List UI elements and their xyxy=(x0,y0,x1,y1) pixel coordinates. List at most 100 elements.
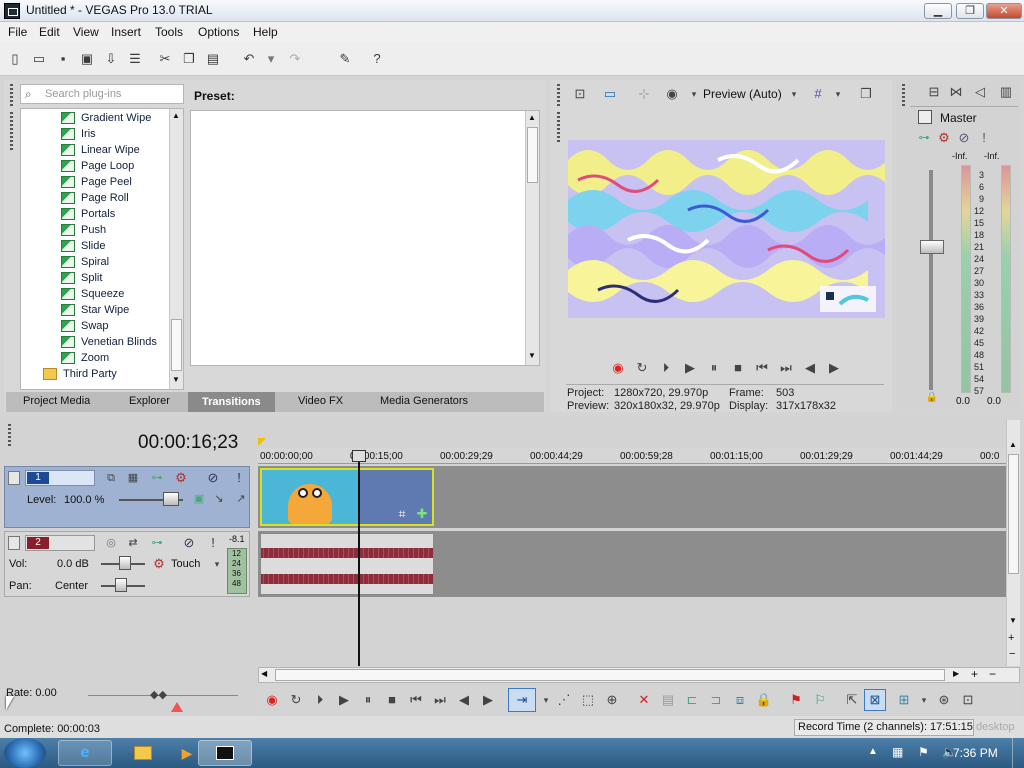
tab-explorer[interactable]: Explorer xyxy=(129,395,170,407)
preview-quality-select[interactable]: Preview (Auto) xyxy=(703,87,782,101)
go-to-start-icon[interactable]: ⏮ xyxy=(752,358,772,378)
menu-view[interactable]: View xyxy=(73,25,99,39)
audio-track-header[interactable]: 2 ◎ ⇄ ⊶ ⊘ ! -8.1 12 24 36 48 Vol: 0.0 dB… xyxy=(4,531,250,597)
playhead-handle[interactable] xyxy=(352,450,366,462)
taskbar-ie-button[interactable]: e xyxy=(58,740,112,766)
zoom-in-icon[interactable]: + xyxy=(1008,632,1014,644)
panel-grip[interactable] xyxy=(557,112,560,142)
scroll-thumb[interactable] xyxy=(171,319,182,371)
redo-icon[interactable]: ↷ xyxy=(286,50,304,68)
automation-dropdown-icon[interactable]: ▾ xyxy=(207,554,227,574)
pause-icon[interactable]: ⏸ xyxy=(704,358,724,378)
lock-event-icon[interactable]: 🔒 xyxy=(754,690,774,710)
tree-item-zoom[interactable]: Zoom xyxy=(61,350,109,366)
panel-grip[interactable] xyxy=(902,84,905,106)
stop-icon[interactable]: ■ xyxy=(728,358,748,378)
zoom-out-icon[interactable]: − xyxy=(1009,648,1015,660)
trim-icon[interactable]: ▤ xyxy=(658,690,678,710)
scroll-left-icon[interactable]: ◀ xyxy=(261,669,267,678)
split-screen-icon[interactable]: ⊹ xyxy=(634,84,654,104)
scroll-thumb[interactable] xyxy=(527,127,538,183)
tab-media-generators[interactable]: Media Generators xyxy=(380,395,468,407)
marker-flag-icon[interactable] xyxy=(258,438,266,446)
solo-icon[interactable]: ! xyxy=(974,128,994,148)
solo-icon[interactable]: ! xyxy=(229,468,249,488)
overlay-icon[interactable]: ◉ xyxy=(662,84,682,104)
tree-item-spiral[interactable]: Spiral xyxy=(61,254,109,270)
downmix-icon[interactable]: ⋈ xyxy=(946,82,966,102)
volume-slider[interactable] xyxy=(119,556,131,570)
rate-slider[interactable]: ◆◆ xyxy=(150,688,174,701)
paste-icon[interactable]: ▤ xyxy=(204,50,222,68)
maximize-button[interactable]: ❐ xyxy=(956,3,984,19)
taskbar-vegas-button[interactable] xyxy=(198,740,252,766)
trim-end-icon[interactable]: ⊐ xyxy=(706,690,726,710)
snapping-icon[interactable]: ⇱ xyxy=(842,690,862,710)
mute-icon[interactable]: ⊘ xyxy=(954,128,974,148)
tree-item-portals[interactable]: Portals xyxy=(61,206,115,222)
copy-snapshot-icon[interactable]: ❐ xyxy=(856,84,876,104)
minimize-button[interactable]: ▁ xyxy=(924,3,952,19)
lock-icon[interactable]: 🔒 xyxy=(922,388,942,408)
network-icon[interactable]: ▦ xyxy=(892,745,903,759)
close-button[interactable]: ✕ xyxy=(986,3,1022,19)
trim-start-icon[interactable]: ⊏ xyxy=(682,690,702,710)
tree-item-iris[interactable]: Iris xyxy=(61,126,96,142)
scroll-up-icon[interactable]: ▲ xyxy=(1009,440,1017,449)
go-to-end-icon[interactable]: ⏭ xyxy=(430,690,450,710)
make-parent-icon[interactable]: ↘ xyxy=(209,489,229,509)
scroll-down-icon[interactable]: ▼ xyxy=(528,351,536,360)
scroll-up-icon[interactable]: ▲ xyxy=(528,113,536,122)
fx-chain-icon[interactable]: ⊶ xyxy=(147,533,167,553)
timeline-hscroll[interactable]: ◀ ▶ + − xyxy=(258,667,1020,683)
ripple-mode-icon[interactable]: ⊞ xyxy=(894,690,914,710)
stop-icon[interactable]: ■ xyxy=(382,690,402,710)
tree-item-slide[interactable]: Slide xyxy=(61,238,105,254)
mixer-properties-icon[interactable]: ⊟ xyxy=(924,82,944,102)
panel-grip[interactable] xyxy=(10,84,13,106)
arm-record-icon[interactable]: ◎ xyxy=(101,533,121,553)
tree-item-squeeze[interactable]: Squeeze xyxy=(61,286,124,302)
event-pan-crop-icon[interactable]: ⌗ xyxy=(392,504,412,524)
record-icon[interactable]: ◉ xyxy=(608,358,628,378)
clean-icon[interactable]: ✎ xyxy=(336,50,354,68)
scroll-thumb[interactable] xyxy=(275,669,945,681)
tree-item-page-loop[interactable]: Page Loop xyxy=(61,158,134,174)
tree-item-page-roll[interactable]: Page Roll xyxy=(61,190,129,206)
next-frame-icon[interactable]: ▶ xyxy=(824,358,844,378)
scroll-thumb[interactable] xyxy=(1008,454,1019,574)
scroll-down-icon[interactable]: ▼ xyxy=(1009,616,1017,625)
grid-dropdown-icon[interactable]: ▾ xyxy=(828,84,848,104)
menu-tools[interactable]: Tools xyxy=(155,25,183,39)
invert-phase-icon[interactable]: ⇄ xyxy=(123,533,143,553)
master-fader[interactable] xyxy=(920,240,944,254)
menu-edit[interactable]: Edit xyxy=(39,25,60,39)
grid-icon[interactable]: # xyxy=(808,84,828,104)
next-frame-icon[interactable]: ▶ xyxy=(478,690,498,710)
timeline-vscroll[interactable]: ▲ ▼ + − xyxy=(1006,420,1020,666)
zoom-in-icon[interactable]: + xyxy=(971,667,978,681)
start-button[interactable] xyxy=(4,738,46,768)
play-icon[interactable]: ▶ xyxy=(334,690,354,710)
tree-item-split[interactable]: Split xyxy=(61,270,102,286)
scroll-right-icon[interactable]: ▶ xyxy=(953,669,959,678)
overlay-dropdown-icon[interactable]: ▾ xyxy=(684,84,704,104)
tree-item-gradient-wipe[interactable]: Gradient Wipe xyxy=(61,110,151,126)
make-child-icon[interactable]: ↗ xyxy=(231,489,251,509)
selection-tool-icon[interactable]: ⬚ xyxy=(578,690,598,710)
edit-tool-dropdown-icon[interactable]: ▾ xyxy=(536,690,556,710)
render-icon[interactable]: ⇩ xyxy=(102,50,120,68)
collapse-track-icon[interactable] xyxy=(8,471,20,485)
track-fx-icon[interactable]: ▦ xyxy=(123,468,143,488)
meter-options-icon[interactable]: ▥ xyxy=(996,82,1016,102)
mute-icon[interactable]: ⊘ xyxy=(179,533,199,553)
play-from-start-icon[interactable]: ⏵ xyxy=(310,690,330,710)
play-from-start-icon[interactable]: ⏵ xyxy=(656,358,676,378)
save-icon[interactable]: ▪ xyxy=(54,50,72,68)
tree-folder-third-party[interactable]: Third Party xyxy=(43,366,117,382)
menu-file[interactable]: File xyxy=(8,25,27,39)
panel-grip[interactable] xyxy=(8,424,11,446)
copy-icon[interactable]: ❐ xyxy=(180,50,198,68)
plugin-search[interactable]: ⌕ Search plug-ins xyxy=(20,84,184,104)
new-icon[interactable]: ▯ xyxy=(6,50,24,68)
